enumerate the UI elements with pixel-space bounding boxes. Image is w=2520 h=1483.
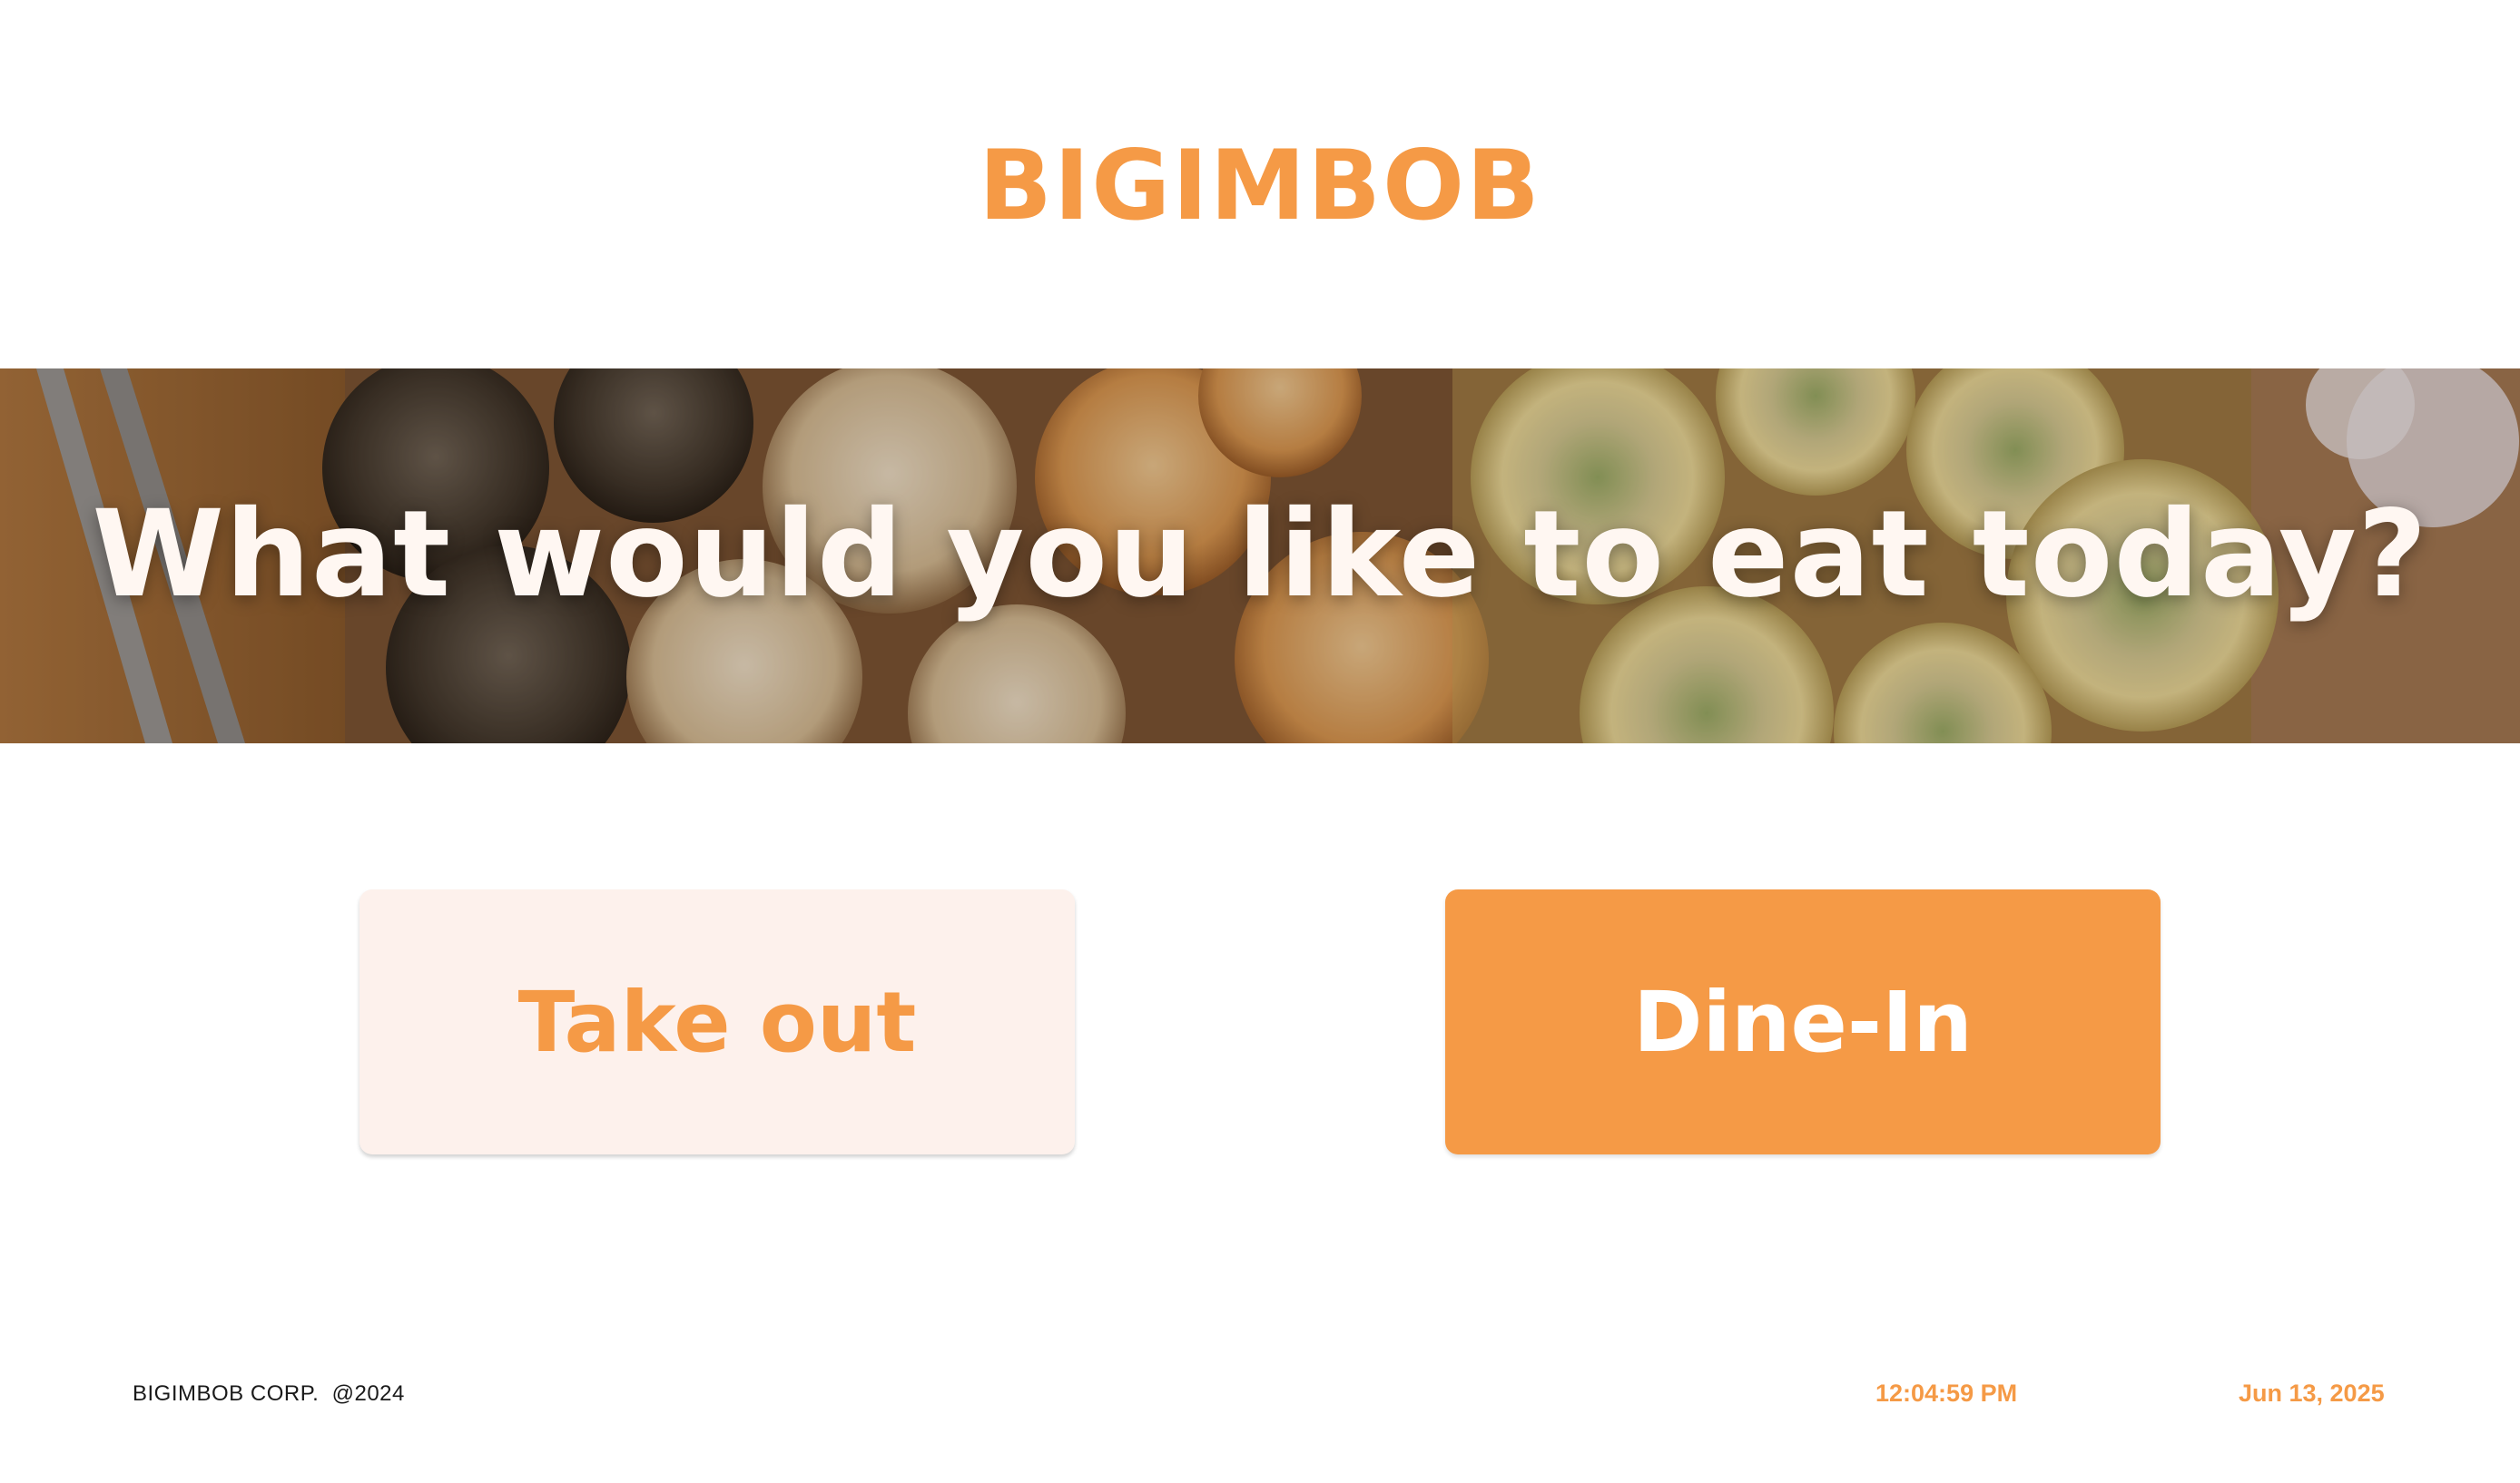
takeout-button-label: Take out [517, 973, 917, 1071]
hero-banner: What would you like to eat today? [0, 368, 2520, 743]
dine-in-button[interactable]: Dine-In [1445, 889, 2161, 1154]
brand-logo: BIGIMBOB [979, 130, 1541, 241]
hero-title: What would you like to eat today? [92, 485, 2428, 624]
clock-date: Jun 13, 2025 [2239, 1380, 2385, 1407]
copyright-text: BIGIMBOB CORP. @2024 [133, 1381, 405, 1406]
dine-in-button-label: Dine-In [1633, 973, 1973, 1071]
takeout-button[interactable]: Take out [359, 889, 1075, 1154]
clock-time: 12:04:59 PM [1875, 1380, 2018, 1407]
kiosk-welcome-screen: BIGIMBOB What would you like to eat toda… [0, 0, 2520, 1483]
